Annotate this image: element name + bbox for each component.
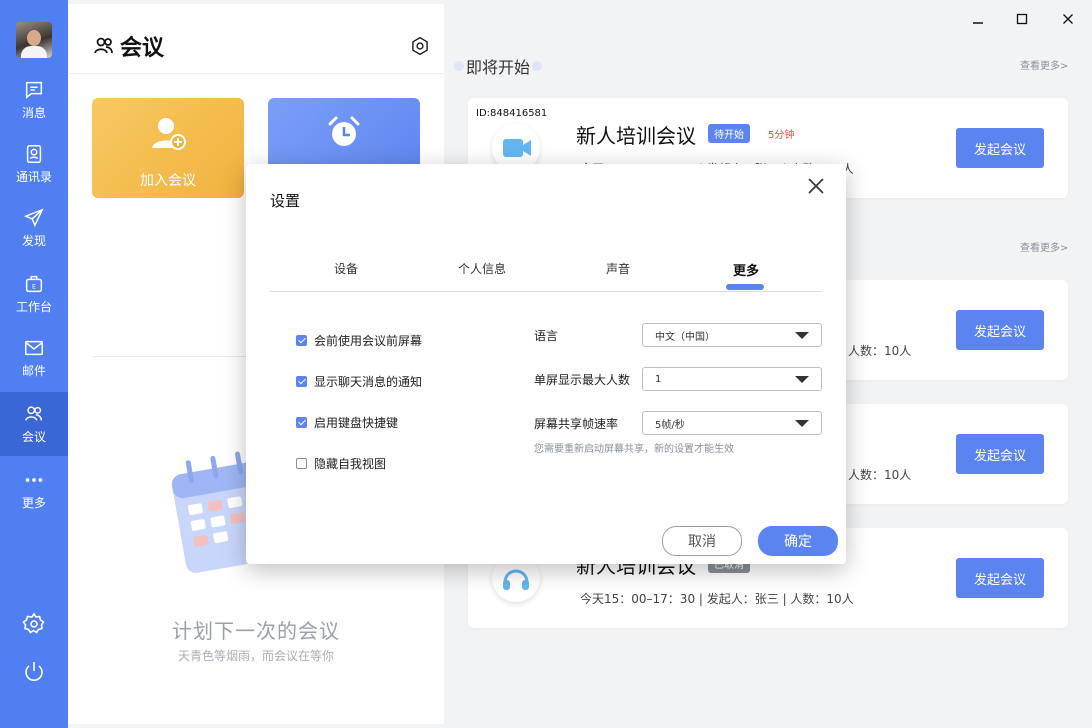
minimize-button[interactable] xyxy=(968,10,988,28)
dialog-title: 设置 xyxy=(270,192,301,210)
sidebar-item-messages[interactable]: 消息 xyxy=(0,68,68,132)
join-meeting-label: 加入会议 xyxy=(140,173,196,189)
chevron-down-icon xyxy=(795,376,809,383)
minimize-icon xyxy=(973,22,983,24)
select-value: 1 xyxy=(655,373,662,385)
countdown: 5分钟 xyxy=(768,130,795,141)
upcoming-section-title: 即将开始 xyxy=(452,54,544,78)
more-icon xyxy=(25,478,43,482)
tab-device[interactable]: 设备 xyxy=(286,260,406,277)
join-meeting-card[interactable]: 加入会议 xyxy=(92,98,244,198)
language-select[interactable]: 中文（中国） xyxy=(642,323,822,347)
panel-header: 会议 xyxy=(68,4,444,74)
select-value: 中文（中国） xyxy=(655,331,715,343)
sidebar-item-discover[interactable]: 发现 xyxy=(0,196,68,260)
chevron-down-icon xyxy=(795,420,809,427)
meeting-id: ID:848416581 xyxy=(476,108,548,119)
panel-title: 会议 xyxy=(120,36,165,61)
select-value: 5帧/秒 xyxy=(655,419,685,431)
gear-icon[interactable] xyxy=(410,36,430,56)
close-icon xyxy=(1063,14,1073,24)
start-meeting-button[interactable]: 发起会议 xyxy=(956,310,1044,350)
close-icon[interactable] xyxy=(806,176,826,196)
option-label: 启用键盘快捷键 xyxy=(314,416,399,430)
discover-icon xyxy=(23,208,44,228)
meeting-info: 人数：10人 xyxy=(848,344,912,358)
video-camera-icon xyxy=(503,139,531,157)
language-label: 语言 xyxy=(534,329,559,343)
option-hide-self-view[interactable]: 隐藏自我视图 xyxy=(296,455,386,472)
avatar[interactable] xyxy=(16,22,52,58)
active-tab-indicator xyxy=(726,284,764,290)
meeting-info: 人数：10人 xyxy=(848,468,912,482)
plan-title: 计划下一次的会议 xyxy=(172,619,340,643)
max-participants-select[interactable]: 1 xyxy=(642,367,822,391)
sidebar-item-label: 邮件 xyxy=(21,364,46,378)
checkbox[interactable] xyxy=(296,335,307,346)
checkbox[interactable] xyxy=(296,458,307,469)
meeting-icon xyxy=(25,406,43,421)
sidebar-item-meeting[interactable]: 会议 xyxy=(0,392,68,456)
max-participants-label: 单屏显示最大人数 xyxy=(534,373,631,387)
status-badge: 待开始 xyxy=(708,124,750,143)
checkbox[interactable] xyxy=(296,376,307,387)
chevron-down-icon xyxy=(795,332,809,339)
add-user-icon xyxy=(152,118,186,150)
option-label: 隐藏自我视图 xyxy=(314,457,387,471)
tab-sound[interactable]: 声音 xyxy=(558,260,678,277)
cancel-button[interactable]: 取消 xyxy=(662,526,742,556)
option-keyboard-shortcuts[interactable]: 启用键盘快捷键 xyxy=(296,414,398,431)
sidebar-item-label: 工作台 xyxy=(15,300,52,314)
option-pre-meeting-screen[interactable]: 会前使用会议前屏幕 xyxy=(296,332,422,349)
sidebar-item-workbench[interactable]: E 工作台 xyxy=(0,262,68,326)
option-chat-notification[interactable]: 显示聊天消息的通知 xyxy=(296,373,422,390)
option-label: 显示聊天消息的通知 xyxy=(314,375,423,389)
plan-subtitle: 天青色等烟雨，而会议在等你 xyxy=(177,649,334,663)
alarm-clock-icon xyxy=(328,116,360,146)
sidebar-item-label: 更多 xyxy=(21,496,46,510)
settings-tabs: 设备 个人信息 声音 更多 xyxy=(270,260,822,292)
mail-icon xyxy=(25,340,43,356)
option-label: 会前使用会议前屏幕 xyxy=(314,334,423,348)
headset-icon xyxy=(503,569,529,590)
sidebar: 消息 通讯录 发现 E 工作台 邮件 会议 更多 xyxy=(0,0,68,728)
settings-dialog: 设置 设备 个人信息 声音 更多 会前使用会议前屏幕 显示聊天消息的通知 启用键… xyxy=(246,164,846,564)
start-meeting-button[interactable]: 发起会议 xyxy=(956,434,1044,474)
sidebar-item-label: 通讯录 xyxy=(15,170,52,184)
start-meeting-button[interactable]: 发起会议 xyxy=(956,128,1044,168)
workbench-icon: E xyxy=(25,275,43,293)
message-icon xyxy=(25,81,43,99)
power-icon[interactable] xyxy=(22,660,46,684)
close-button[interactable] xyxy=(1058,10,1078,28)
restart-hint: 您需要重新启动屏幕共享，新的设置才能生效 xyxy=(534,444,734,455)
maximize-icon xyxy=(1016,13,1028,25)
view-more-link[interactable]: 查看更多> xyxy=(1020,239,1068,254)
svg-text:E: E xyxy=(32,283,36,291)
frame-rate-select[interactable]: 5帧/秒 xyxy=(642,411,822,435)
sidebar-item-label: 消息 xyxy=(21,106,46,120)
sidebar-item-label: 发现 xyxy=(21,234,46,248)
meeting-info: 今天15：00–17：30 | 发起人：张三 | 人数：10人 xyxy=(580,592,854,606)
confirm-button[interactable]: 确定 xyxy=(758,526,838,556)
view-more-link[interactable]: 查看更多> xyxy=(1020,57,1068,72)
sidebar-item-more[interactable]: 更多 xyxy=(0,458,68,522)
settings-icon[interactable] xyxy=(22,612,46,636)
contacts-icon xyxy=(26,145,42,163)
start-meeting-button[interactable]: 发起会议 xyxy=(956,558,1044,598)
sidebar-item-label: 会议 xyxy=(21,430,46,444)
sidebar-item-contacts[interactable]: 通讯录 xyxy=(0,132,68,196)
tab-personal-info[interactable]: 个人信息 xyxy=(422,260,542,277)
sidebar-item-mail[interactable]: 邮件 xyxy=(0,326,68,390)
meeting-title: 新人培训会议 xyxy=(576,124,696,148)
frame-rate-label: 屏幕共享帧速率 xyxy=(534,417,619,431)
checkbox[interactable] xyxy=(296,417,307,428)
meeting-icon xyxy=(94,37,113,54)
maximize-button[interactable] xyxy=(1012,10,1032,28)
tab-more[interactable]: 更多 xyxy=(686,260,806,279)
